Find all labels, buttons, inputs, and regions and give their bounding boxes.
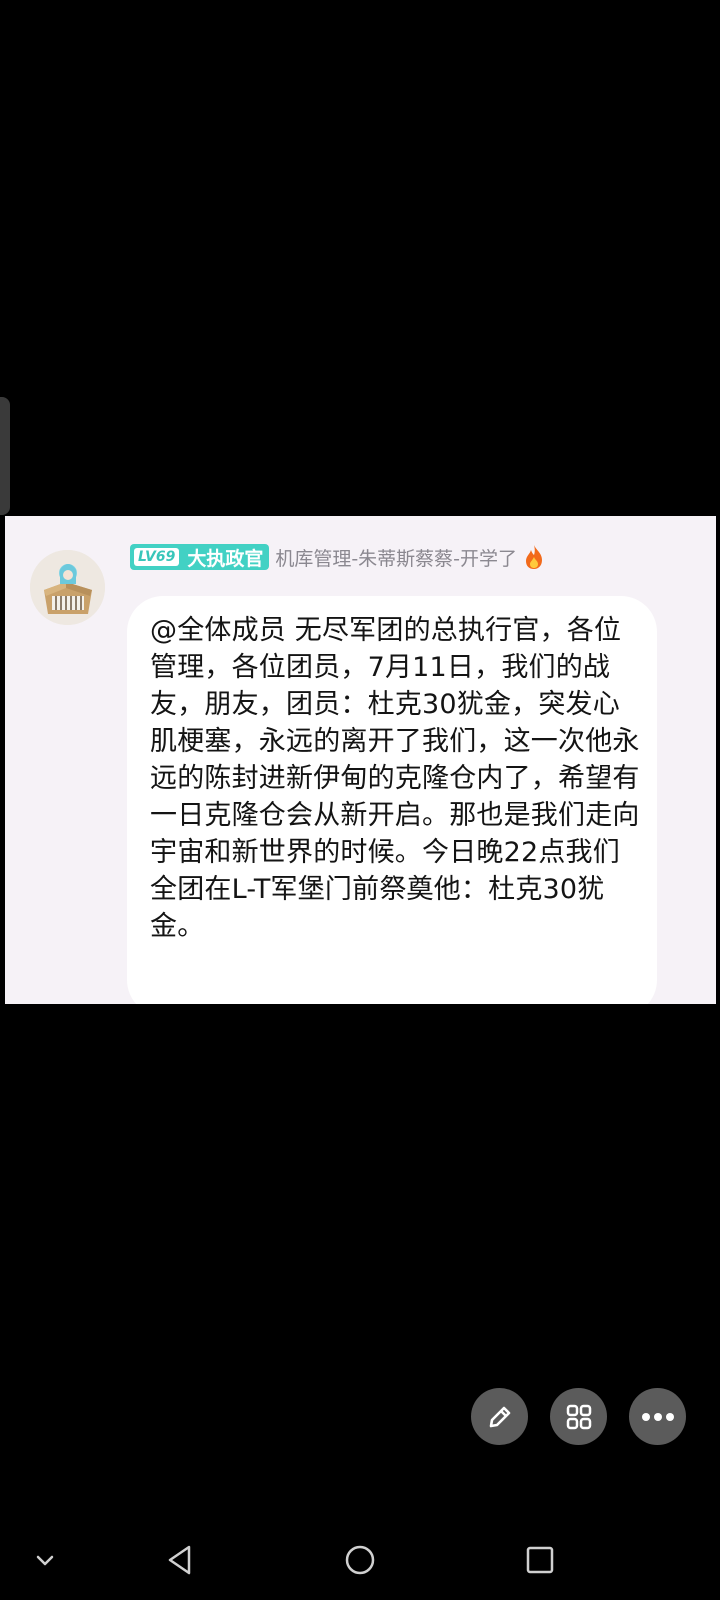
sender-name-row: LV69 大执政官 机库管理-朱蒂斯蔡蔡-开学了: [130, 542, 545, 572]
nav-home-button[interactable]: [340, 1540, 380, 1580]
nav-collapse-button[interactable]: [30, 1548, 60, 1572]
fire-icon: [526, 545, 543, 569]
side-panel-handle[interactable]: [0, 397, 10, 515]
chevron-down-icon: [36, 1555, 54, 1566]
sender-nickname[interactable]: 机库管理-朱蒂斯蔡蔡-开学了: [275, 544, 517, 571]
chat-screenshot: LV69 大执政官 机库管理-朱蒂斯蔡蔡-开学了 @全体成员 无尽军团的总执行官…: [5, 516, 716, 1004]
more-dots-icon: [641, 1412, 674, 1421]
home-circle-icon: [345, 1545, 375, 1575]
title-badge: 大执政官: [187, 547, 264, 570]
level-tag: LV69: [134, 548, 180, 566]
nav-recents-button[interactable]: [520, 1540, 560, 1580]
back-triangle-icon: [168, 1545, 191, 1575]
avatar[interactable]: [30, 550, 105, 625]
grid-icon: [566, 1404, 591, 1429]
nav-back-button[interactable]: [160, 1540, 200, 1580]
more-button[interactable]: [629, 1388, 686, 1445]
apps-button[interactable]: [550, 1388, 607, 1445]
message-bubble[interactable]: @全体成员 无尽军团的总执行官，各位管理，各位团员，7月11日，我们的战友，朋友…: [127, 596, 657, 1004]
message-text: @全体成员 无尽军团的总执行官，各位管理，各位团员，7月11日，我们的战友，朋友…: [150, 615, 640, 942]
recents-square-icon: [526, 1546, 554, 1574]
edit-button[interactable]: [471, 1388, 528, 1445]
level-badge: LV69 大执政官: [130, 544, 270, 570]
pencil-icon: [489, 1406, 510, 1427]
